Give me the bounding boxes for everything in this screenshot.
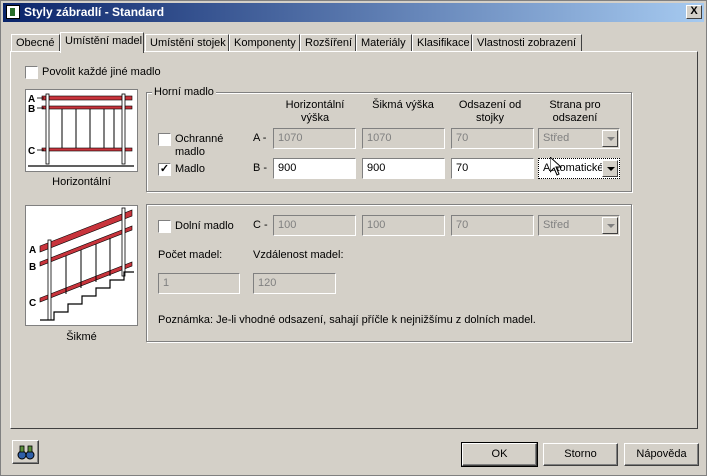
guard-rail-label: Ochranné madlo <box>175 133 224 158</box>
handrail-checkbox[interactable]: ✓ <box>158 163 171 176</box>
tab-post-placement[interactable]: Umístění stojek <box>145 34 229 52</box>
row-b-label: B - <box>253 162 268 174</box>
row-a-offset-side-value: Střed <box>543 132 570 144</box>
handrail-label: Madlo <box>175 163 205 175</box>
rail-count-label: Počet madel: <box>158 249 223 261</box>
row-c-horizontal-height-field[interactable]: 100 <box>273 215 356 236</box>
horizontal-railing-diagram: A B C <box>25 89 138 172</box>
tab-components[interactable]: Komponenty <box>229 34 300 52</box>
header-post-offset: Odsazení od stojky <box>458 99 522 124</box>
chevron-down-icon[interactable] <box>602 160 618 177</box>
dialog-window: Styly zábradlí - Standard X Obecné Umíst… <box>0 0 707 476</box>
row-b-post-offset-field[interactable]: 70 <box>451 158 534 179</box>
row-a-label: A - <box>253 132 267 144</box>
help-button[interactable]: Nápověda <box>624 443 699 466</box>
tab-classifications[interactable]: Klasifikace <box>412 34 472 52</box>
row-c-slope-height-field[interactable]: 100 <box>362 215 445 236</box>
horizontal-caption: Horizontální <box>52 176 111 188</box>
ok-button[interactable]: OK <box>461 442 538 467</box>
header-horizontal-height: Horizontální výška <box>285 99 345 124</box>
close-button[interactable]: X <box>686 5 702 19</box>
row-a-offset-side-select[interactable]: Střed <box>538 128 620 149</box>
help-tool-button[interactable] <box>12 440 39 464</box>
allow-each-other-label: Povolit každé jiné madlo <box>42 66 161 78</box>
tab-rail-placement[interactable]: Umístění madel <box>60 32 144 53</box>
header-offset-side: Strana pro odsazení <box>549 99 601 124</box>
row-a-slope-height-field[interactable]: 1070 <box>362 128 445 149</box>
row-b-horizontal-height-field[interactable]: 900 <box>273 158 356 179</box>
note-text: Poznámka: Je-li vhodné odsazení, sahají … <box>158 314 536 326</box>
header-slope-height: Šikmá výška <box>372 99 434 111</box>
diagram-mark-c: C <box>28 146 35 157</box>
slope-railing-diagram: A B C <box>25 205 138 326</box>
cancel-button[interactable]: Storno <box>543 443 618 466</box>
row-c-offset-side-value: Střed <box>543 219 570 231</box>
chevron-down-icon[interactable] <box>602 217 618 234</box>
tab-display-properties[interactable]: Vlastnosti zobrazení <box>472 34 582 52</box>
title-bar[interactable]: Styly zábradlí - Standard X <box>3 3 704 22</box>
row-c-offset-side-select[interactable]: Střed <box>538 215 620 236</box>
tab-extensions[interactable]: Rozšíření <box>300 34 356 52</box>
allow-each-other-checkbox[interactable] <box>25 66 38 79</box>
rail-spacing-label: Vzdálenost madel: <box>253 249 344 261</box>
slope-mark-c: C <box>29 298 36 309</box>
mouse-cursor-icon <box>550 157 562 176</box>
slope-mark-b: B <box>29 262 36 273</box>
window-title: Styly zábradlí - Standard <box>24 5 165 19</box>
app-icon <box>6 5 20 19</box>
bottom-rail-checkbox[interactable] <box>158 220 171 233</box>
chevron-down-icon[interactable] <box>602 130 618 147</box>
bottom-rail-label: Dolní madlo <box>175 220 234 232</box>
row-c-post-offset-field[interactable]: 70 <box>451 215 534 236</box>
row-b-slope-height-field[interactable]: 900 <box>362 158 445 179</box>
tab-general[interactable]: Obecné <box>11 34 60 52</box>
rail-spacing-field[interactable]: 120 <box>253 273 336 294</box>
diagram-mark-b: B <box>28 104 35 115</box>
guard-rail-checkbox[interactable] <box>158 133 171 146</box>
top-rail-group-title: Horní madlo <box>152 86 216 98</box>
slope-mark-a: A <box>29 245 36 256</box>
row-a-horizontal-height-field[interactable]: 1070 <box>273 128 356 149</box>
row-c-label: C - <box>253 219 268 231</box>
tab-materials[interactable]: Materiály <box>356 34 412 52</box>
slope-caption: Šikmé <box>66 331 97 343</box>
rail-count-field[interactable]: 1 <box>158 273 240 294</box>
row-a-post-offset-field[interactable]: 70 <box>451 128 534 149</box>
binoculars-icon <box>17 445 34 460</box>
